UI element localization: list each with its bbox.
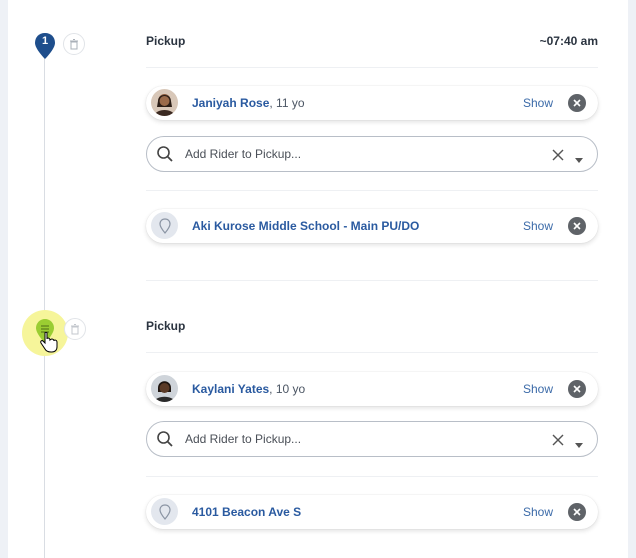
stop-2-title: Pickup xyxy=(146,319,186,333)
stop-1-marker-icon[interactable]: 1 xyxy=(34,32,56,60)
location-card[interactable]: 4101 Beacon Ave S Show xyxy=(146,495,598,529)
location-pin-icon xyxy=(151,498,178,525)
remove-rider-icon[interactable] xyxy=(568,94,586,112)
rider-name-link[interactable]: Kaylani Yates, 10 yo xyxy=(192,382,305,396)
hand-cursor-icon xyxy=(40,331,58,354)
show-button[interactable]: Show xyxy=(523,219,553,233)
add-rider-search[interactable] xyxy=(146,421,598,457)
delete-stop-1-icon[interactable] xyxy=(63,33,85,55)
divider xyxy=(146,476,598,477)
delete-stop-2-icon[interactable] xyxy=(64,318,86,340)
location-name-link[interactable]: Aki Kurose Middle School - Main PU/DO xyxy=(192,219,419,233)
add-rider-input[interactable] xyxy=(185,145,525,163)
timeline-line xyxy=(44,56,45,558)
location-name-link[interactable]: 4101 Beacon Ave S xyxy=(192,505,301,519)
avatar xyxy=(151,89,178,116)
show-button[interactable]: Show xyxy=(523,96,553,110)
rider-age: , 11 yo xyxy=(269,96,305,110)
remove-rider-icon[interactable] xyxy=(568,380,586,398)
stop-1-time: ~07:40 am xyxy=(539,34,598,48)
divider xyxy=(146,280,598,281)
rider-age: , 10 yo xyxy=(269,382,306,396)
location-card[interactable]: Aki Kurose Middle School - Main PU/DO Sh… xyxy=(146,209,598,243)
add-rider-search[interactable] xyxy=(146,136,598,172)
divider xyxy=(146,190,598,191)
divider xyxy=(146,67,598,68)
rider-card[interactable]: Janiyah Rose, 11 yo Show xyxy=(146,86,598,120)
stop-1-title: Pickup xyxy=(146,34,186,48)
rider-name-link[interactable]: Janiyah Rose, 11 yo xyxy=(192,96,305,110)
remove-location-icon[interactable] xyxy=(568,217,586,235)
search-icon xyxy=(156,430,174,448)
chevron-down-icon[interactable] xyxy=(575,151,583,163)
search-icon xyxy=(156,145,174,163)
stop-number: 1 xyxy=(41,35,49,47)
route-panel xyxy=(8,0,628,558)
divider xyxy=(146,352,598,353)
avatar xyxy=(151,375,178,402)
clear-icon[interactable] xyxy=(552,148,564,161)
rider-card[interactable]: Kaylani Yates, 10 yo Show xyxy=(146,372,598,406)
clear-icon[interactable] xyxy=(552,433,564,446)
remove-location-icon[interactable] xyxy=(568,503,586,521)
chevron-down-icon[interactable] xyxy=(575,436,583,448)
show-button[interactable]: Show xyxy=(523,505,553,519)
location-pin-icon xyxy=(151,212,178,239)
show-button[interactable]: Show xyxy=(523,382,553,396)
add-rider-input[interactable] xyxy=(185,430,525,448)
